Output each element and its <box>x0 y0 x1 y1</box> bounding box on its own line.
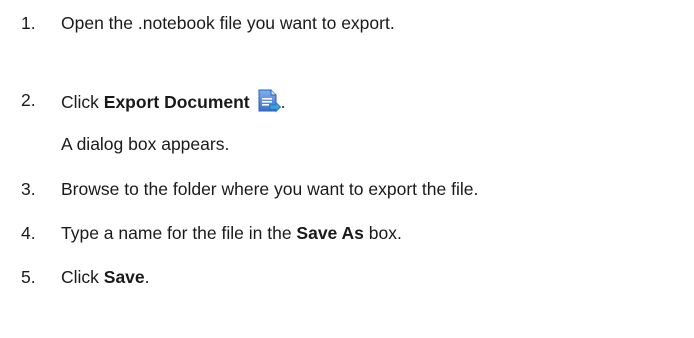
instruction-list: 1. Open the .notebook file you want to e… <box>0 0 694 338</box>
step-text-prefix: Click <box>61 267 104 287</box>
step-text: Click Export Document . <box>61 88 286 114</box>
step-text-suffix: . <box>144 267 150 287</box>
step-text-prefix: Type a name for the file in the <box>61 223 297 243</box>
ui-term-save-as: Save As <box>296 223 364 243</box>
step-text-suffix: . <box>280 92 286 112</box>
step-text: Type a name for the file in the Save As … <box>61 221 402 245</box>
step-text-suffix: box. <box>363 223 402 243</box>
step-number: 2. <box>21 90 36 110</box>
step-number: 5. <box>21 267 36 287</box>
step-text: Click Save. <box>61 265 150 289</box>
step-note-text: A dialog box appears. <box>61 134 230 154</box>
step-text-prefix: Click <box>61 92 104 112</box>
ui-term-export-document: Export Document <box>103 92 250 112</box>
step-number: 1. <box>21 13 36 33</box>
export-document-icon <box>255 88 281 114</box>
step-text: Browse to the folder where you want to e… <box>61 179 479 199</box>
step-number: 3. <box>21 179 36 199</box>
step-number: 4. <box>21 223 36 243</box>
ui-term-save: Save <box>103 267 145 287</box>
step-text: Open the .notebook file you want to expo… <box>61 13 395 33</box>
